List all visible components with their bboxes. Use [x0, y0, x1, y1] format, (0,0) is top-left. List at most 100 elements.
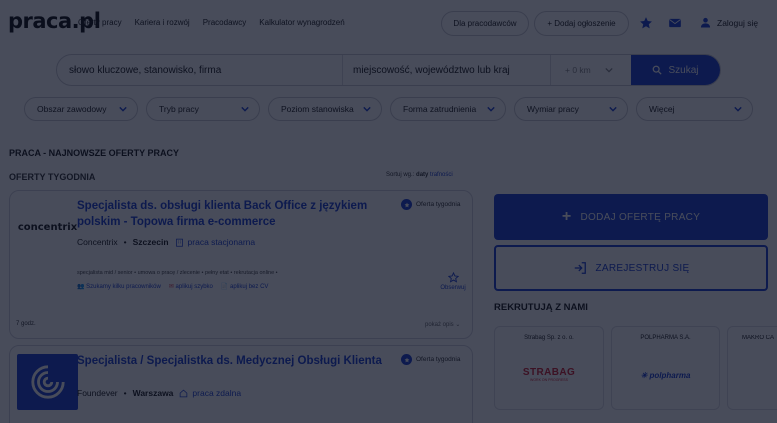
filter-label: Tryb pracy [159, 104, 199, 114]
work-mode: praca zdalna [179, 388, 241, 398]
chevron-down-icon [119, 106, 127, 112]
filter-label: Forma zatrudnienia [403, 104, 477, 114]
work-mode: praca stacjonarna [175, 237, 256, 247]
chevron-down-icon [241, 106, 249, 112]
multiple-hires-link[interactable]: 👥 Szukamy kilku pracowników [77, 283, 161, 290]
quick-apply-link[interactable]: ✉ aplikuj szybko [169, 283, 213, 290]
offer-title[interactable]: Specjalista / Specjalistka ds. Medycznej… [77, 353, 387, 369]
nav-kariera[interactable]: Kariera i rozwój [135, 18, 190, 27]
offer-city: Warszawa [132, 388, 174, 398]
offer-city: Szczecin [132, 237, 169, 247]
show-description-link[interactable]: pokaż opis ⌄ [425, 321, 460, 328]
login-label: Zaloguj się [717, 17, 759, 28]
recruiting-title: REKRUTUJĄ Z NAMI [494, 302, 588, 313]
company-name[interactable]: Foundever [77, 388, 118, 398]
work-mode-label: praca zdalna [192, 388, 242, 398]
add-offer-label: DODAJ OFERTĘ PRACY [580, 211, 701, 223]
register-button[interactable]: ZAREJESTRUJ SIĘ [494, 245, 768, 291]
filter-label: Wymiar pracy [527, 104, 579, 114]
chevron-down-icon [363, 106, 371, 112]
badge-label: Oferta tygodnia [416, 201, 461, 208]
user-icon [700, 17, 711, 28]
sort-date[interactable]: daty [416, 172, 428, 178]
filter-label: Więcej [649, 104, 675, 114]
multiple-hires-label: Szukamy kilku pracowników [86, 284, 161, 290]
filter-label: Poziom stanowiska [281, 104, 354, 114]
strabag-logo-text: STRABAG [522, 367, 576, 378]
company-logo: concentrix [17, 199, 78, 255]
observe-label: Obserwuj [440, 285, 466, 291]
show-description-label: pokaż opis [425, 322, 454, 328]
foundever-logo-icon [30, 365, 65, 399]
offer-card[interactable]: concentrix Specjalista ds. obsługi klien… [9, 190, 473, 339]
star-icon[interactable] [639, 16, 653, 30]
filter-poziom[interactable]: Poziom stanowiska [268, 97, 382, 121]
add-offer-button[interactable]: + DODAJ OFERTĘ PRACY [494, 194, 768, 240]
offer-card[interactable]: Specjalista / Specjalistka ds. Medycznej… [9, 345, 473, 423]
login-link[interactable]: Zaloguj się [700, 17, 758, 28]
polpharma-logo-text: ✳ polpharma [640, 371, 691, 380]
offer-meta: Concentrix • Szczecin praca stacjonarna [77, 237, 256, 247]
filter-obszar[interactable]: Obszar zawodowy [24, 97, 138, 121]
week-offer-badge: Oferta tygodnia [401, 354, 460, 365]
filter-forma[interactable]: Forma zatrudnienia [390, 97, 506, 121]
concentrix-logo-text: concentrix [17, 221, 78, 233]
apply-no-cv-label: aplikuj bez CV [230, 284, 269, 290]
filter-tryb[interactable]: Tryb pracy [146, 97, 260, 121]
login-arrow-icon [574, 262, 586, 274]
sort-relevance[interactable]: trafności [430, 172, 453, 178]
top-header: praca.pl Oferty pracy Kariera i rozwój P… [0, 0, 777, 46]
filter-wiecej[interactable]: Więcej [636, 97, 753, 121]
radius-value: + 0 km [565, 65, 591, 75]
week-offers-title: OFERTY TYGODNIA [9, 172, 96, 182]
keyword-input[interactable]: słowo kluczowe, stanowisko, firma [57, 55, 343, 85]
offer-actions: 👥 Szukamy kilku pracowników ✉ aplikuj sz… [77, 283, 268, 290]
observe-button[interactable]: Obserwuj [438, 271, 468, 291]
plus-icon: + [561, 208, 572, 225]
for-employers-button[interactable]: Dla pracodawców [441, 11, 529, 36]
offer-title[interactable]: Specjalista ds. obsługi klienta Back Off… [77, 198, 377, 230]
search-icon [653, 65, 663, 75]
search-bar: słowo kluczowe, stanowisko, firma miejsc… [56, 54, 721, 86]
offer-meta: Foundever • Warszawa praca zdalna [77, 388, 242, 398]
home-icon [180, 389, 188, 397]
employer-name: Strabag Sp. z o. o. [524, 335, 574, 341]
chevron-down-icon [734, 106, 742, 112]
employer-name: MAKRO CASH AND CARRY POLSKA S.A. [742, 335, 774, 341]
mail-icon[interactable] [668, 16, 682, 30]
add-listing-button[interactable]: + Dodaj ogłoszenie [534, 11, 629, 36]
nav-oferty-pracy[interactable]: Oferty pracy [78, 18, 122, 27]
employer-card-makro[interactable]: MAKRO CASH AND CARRY POLSKA S.A. [727, 326, 777, 410]
register-label: ZAREJESTRUJ SIĘ [595, 262, 690, 274]
strabag-tagline: WORK ON PROGRESS [530, 378, 568, 382]
strabag-logo: STRABAG WORK ON PROGRESS [495, 367, 603, 382]
polpharma-logo: ✳ polpharma [612, 371, 719, 380]
badge-icon [401, 199, 412, 210]
star-outline-icon [447, 271, 459, 283]
nav-pracodawcy[interactable]: Pracodawcy [203, 18, 247, 27]
filter-label: Obszar zawodowy [37, 104, 107, 114]
main-nav: Oferty pracy Kariera i rozwój Pracodawcy… [78, 18, 345, 27]
filter-wymiar[interactable]: Wymiar pracy [514, 97, 628, 121]
building-icon [175, 238, 183, 247]
apply-no-cv-link[interactable]: 📄 aplikuj bez CV [221, 283, 269, 290]
location-input[interactable]: miejscowość, województwo lub kraj [343, 55, 551, 85]
nav-kalkulator[interactable]: Kalkulator wynagrodzeń [259, 18, 344, 27]
employer-name: POLPHARMA S.A. [640, 335, 691, 341]
quick-apply-label: aplikuj szybko [175, 284, 213, 290]
sort-control: Sortuj wg.: daty trafności [386, 172, 453, 178]
week-offer-badge: Oferta tygodnia [401, 199, 460, 210]
sort-label: Sortuj wg.: [386, 172, 415, 178]
employer-card-strabag[interactable]: Strabag Sp. z o. o. STRABAG WORK ON PROG… [494, 326, 604, 410]
chevron-down-icon [609, 106, 617, 112]
company-name[interactable]: Concentrix [77, 237, 118, 247]
offer-tags: specjalista mid / senior • umowa o pracę… [77, 270, 278, 276]
polpharma-logo-label: polpharma [649, 371, 691, 380]
company-logo [17, 354, 78, 410]
employer-card-polpharma[interactable]: POLPHARMA S.A. ✳ polpharma [611, 326, 720, 410]
search-button[interactable]: Szukaj [631, 55, 720, 85]
work-mode-label: praca stacjonarna [187, 237, 256, 247]
radius-select[interactable]: + 0 km [551, 55, 631, 85]
badge-label: Oferta tygodnia [416, 356, 461, 363]
section-title: PRACA - NAJNOWSZE OFERTY PRACY [9, 148, 180, 158]
